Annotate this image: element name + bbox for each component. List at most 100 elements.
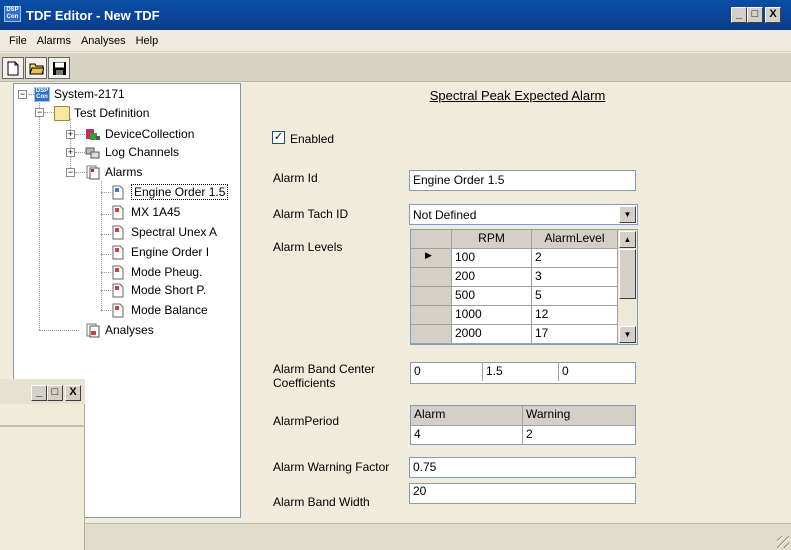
alarm-id-label: Alarm Id [273,171,318,185]
tree-node-analyses[interactable]: Analyses [85,321,154,339]
collapse-toggle-alarms[interactable]: − [66,168,75,177]
levels-cell[interactable]: 100 [452,249,532,268]
secondary-close-button[interactable]: X [65,385,81,401]
band-center-grid[interactable]: 0 1.5 0 [410,362,636,384]
scroll-up-icon[interactable]: ▲ [619,231,636,248]
close-button[interactable]: X [765,7,781,23]
device-icon [85,127,101,142]
levels-cell[interactable]: 3 [532,268,618,287]
collapse-toggle-test-definition[interactable]: − [35,108,44,117]
resize-grip-icon[interactable] [777,536,789,548]
period-cell[interactable]: 4 [411,426,523,444]
levels-cell[interactable]: 1000 [452,306,532,325]
title-bar[interactable]: DSP Con TDF Editor - New TDF _ □ X [0,0,791,30]
row-header[interactable] [411,268,452,287]
analyses-icon [85,323,101,338]
alarm-document-icon [111,283,127,298]
new-file-button[interactable] [2,57,24,79]
tree-node-alarm-item[interactable]: Engine Order 1.5 [111,183,229,201]
dropdown-arrow-icon[interactable]: ▼ [619,206,636,223]
alarms-folder-icon [85,165,101,180]
tdf-editor-window: DSP Con TDF Editor - New TDF _ □ X File A… [0,0,791,550]
secondary-minimize-button[interactable]: _ [31,385,47,401]
menu-alarms[interactable]: Alarms [32,35,76,47]
tree-label: Test Definition [74,106,150,120]
alarm-document-icon [111,185,127,200]
warning-factor-label: Alarm Warning Factor [273,460,390,474]
minimize-button[interactable]: _ [731,7,747,23]
levels-cell[interactable]: 17 [532,325,618,344]
scroll-down-icon[interactable]: ▼ [619,326,636,343]
row-header[interactable] [411,325,452,344]
menu-analyses[interactable]: Analyses [76,35,131,47]
tree-label: Engine Order 1.5 [131,184,229,200]
band-center-cell[interactable]: 0 [559,363,635,381]
alarm-type-heading: Spectral Peak Expected Alarm [429,88,606,103]
scroll-thumb[interactable] [619,249,636,299]
tree-node-test-definition[interactable]: Test Definition [54,104,149,122]
expand-toggle-log-channels[interactable]: + [66,148,75,157]
tree-label: Mode Short P. [131,283,207,297]
alarm-tach-select[interactable]: Not Defined ▼ [409,204,638,225]
alarm-document-icon [111,265,127,280]
tree-label: DeviceCollection [105,127,195,141]
system-icon: DSP Con [34,86,50,102]
levels-cell[interactable]: 2 [532,249,618,268]
tree-node-device-collection[interactable]: DeviceCollection [85,125,194,143]
tree-label: Alarms [105,165,143,179]
levels-cell[interactable]: 200 [452,268,532,287]
secondary-maximize-button[interactable]: □ [47,385,63,401]
tree-node-log-channels[interactable]: Log Channels [85,143,179,161]
tree-node-alarm-item[interactable]: Mode Balance [111,301,208,319]
save-button[interactable] [48,57,70,79]
expand-toggle-devices[interactable]: + [66,130,75,139]
collapse-toggle-root[interactable]: − [18,90,27,99]
alarm-period-grid[interactable]: Alarm Warning 4 2 [410,405,636,445]
levels-cell[interactable]: 500 [452,287,532,306]
status-bar [85,523,791,550]
grid-corner [411,230,452,249]
levels-cell[interactable]: 5 [532,287,618,306]
levels-cell[interactable]: 2000 [452,325,532,344]
toolbar [0,53,791,82]
alarm-levels-grid[interactable]: RPM AlarmLevel ▶ 100 2 200 3 500 5 1000 12 2000 17 ▲… [410,229,638,345]
document-list-icon [54,105,70,121]
row-header[interactable]: ▶ [411,249,452,268]
open-button[interactable] [25,57,47,79]
band-center-label: Alarm Band Center Coefficients [273,362,376,390]
levels-cell[interactable]: 12 [532,306,618,325]
tree-node-alarm-item[interactable]: MX 1A45 [111,203,180,221]
tree-node-alarm-item[interactable]: Mode Short P. [111,281,206,299]
period-cell[interactable]: 2 [523,426,635,444]
warning-factor-input[interactable]: 0.75 [409,457,636,478]
alarm-period-label: AlarmPeriod [273,414,340,428]
row-header[interactable] [411,287,452,306]
band-center-cell[interactable]: 0 [411,363,483,381]
menu-bar: File Alarms Analyses Help [0,30,791,52]
menu-file[interactable]: File [4,35,32,47]
band-center-cell[interactable]: 1.5 [483,363,559,381]
secondary-title-bar[interactable]: _ □ X [0,379,85,404]
alarm-document-icon [111,303,127,318]
tree-node-alarm-item[interactable]: Engine Order I [111,243,209,261]
tree-node-alarm-item[interactable]: Spectral Unex A [111,223,217,241]
alarm-document-icon [111,225,127,240]
menu-help[interactable]: Help [131,35,164,47]
tree-label: Mode Balance [131,303,208,317]
enabled-checkbox[interactable]: ✓ [272,131,285,144]
levels-scrollbar[interactable]: ▲ ▼ [618,230,637,344]
tree-node-alarms[interactable]: Alarms [85,163,142,181]
tree-node-system[interactable]: DSP Con System-2171 [34,85,125,103]
band-width-label: Alarm Band Width [273,495,370,509]
tree-node-alarm-item[interactable]: Mode Pheug. [111,263,202,281]
alarm-levels-label: Alarm Levels [273,240,343,254]
alarm-id-input[interactable]: Engine Order 1.5 [409,170,636,191]
maximize-button[interactable]: □ [747,7,763,23]
alarm-document-icon [111,205,127,220]
tree-label: Mode Pheug. [131,265,203,279]
levels-column-header: AlarmLevel [532,230,618,249]
period-column-header: Alarm [411,406,523,426]
band-width-input[interactable]: 20 [409,483,636,504]
period-column-header: Warning [523,406,635,426]
row-header[interactable] [411,306,452,325]
